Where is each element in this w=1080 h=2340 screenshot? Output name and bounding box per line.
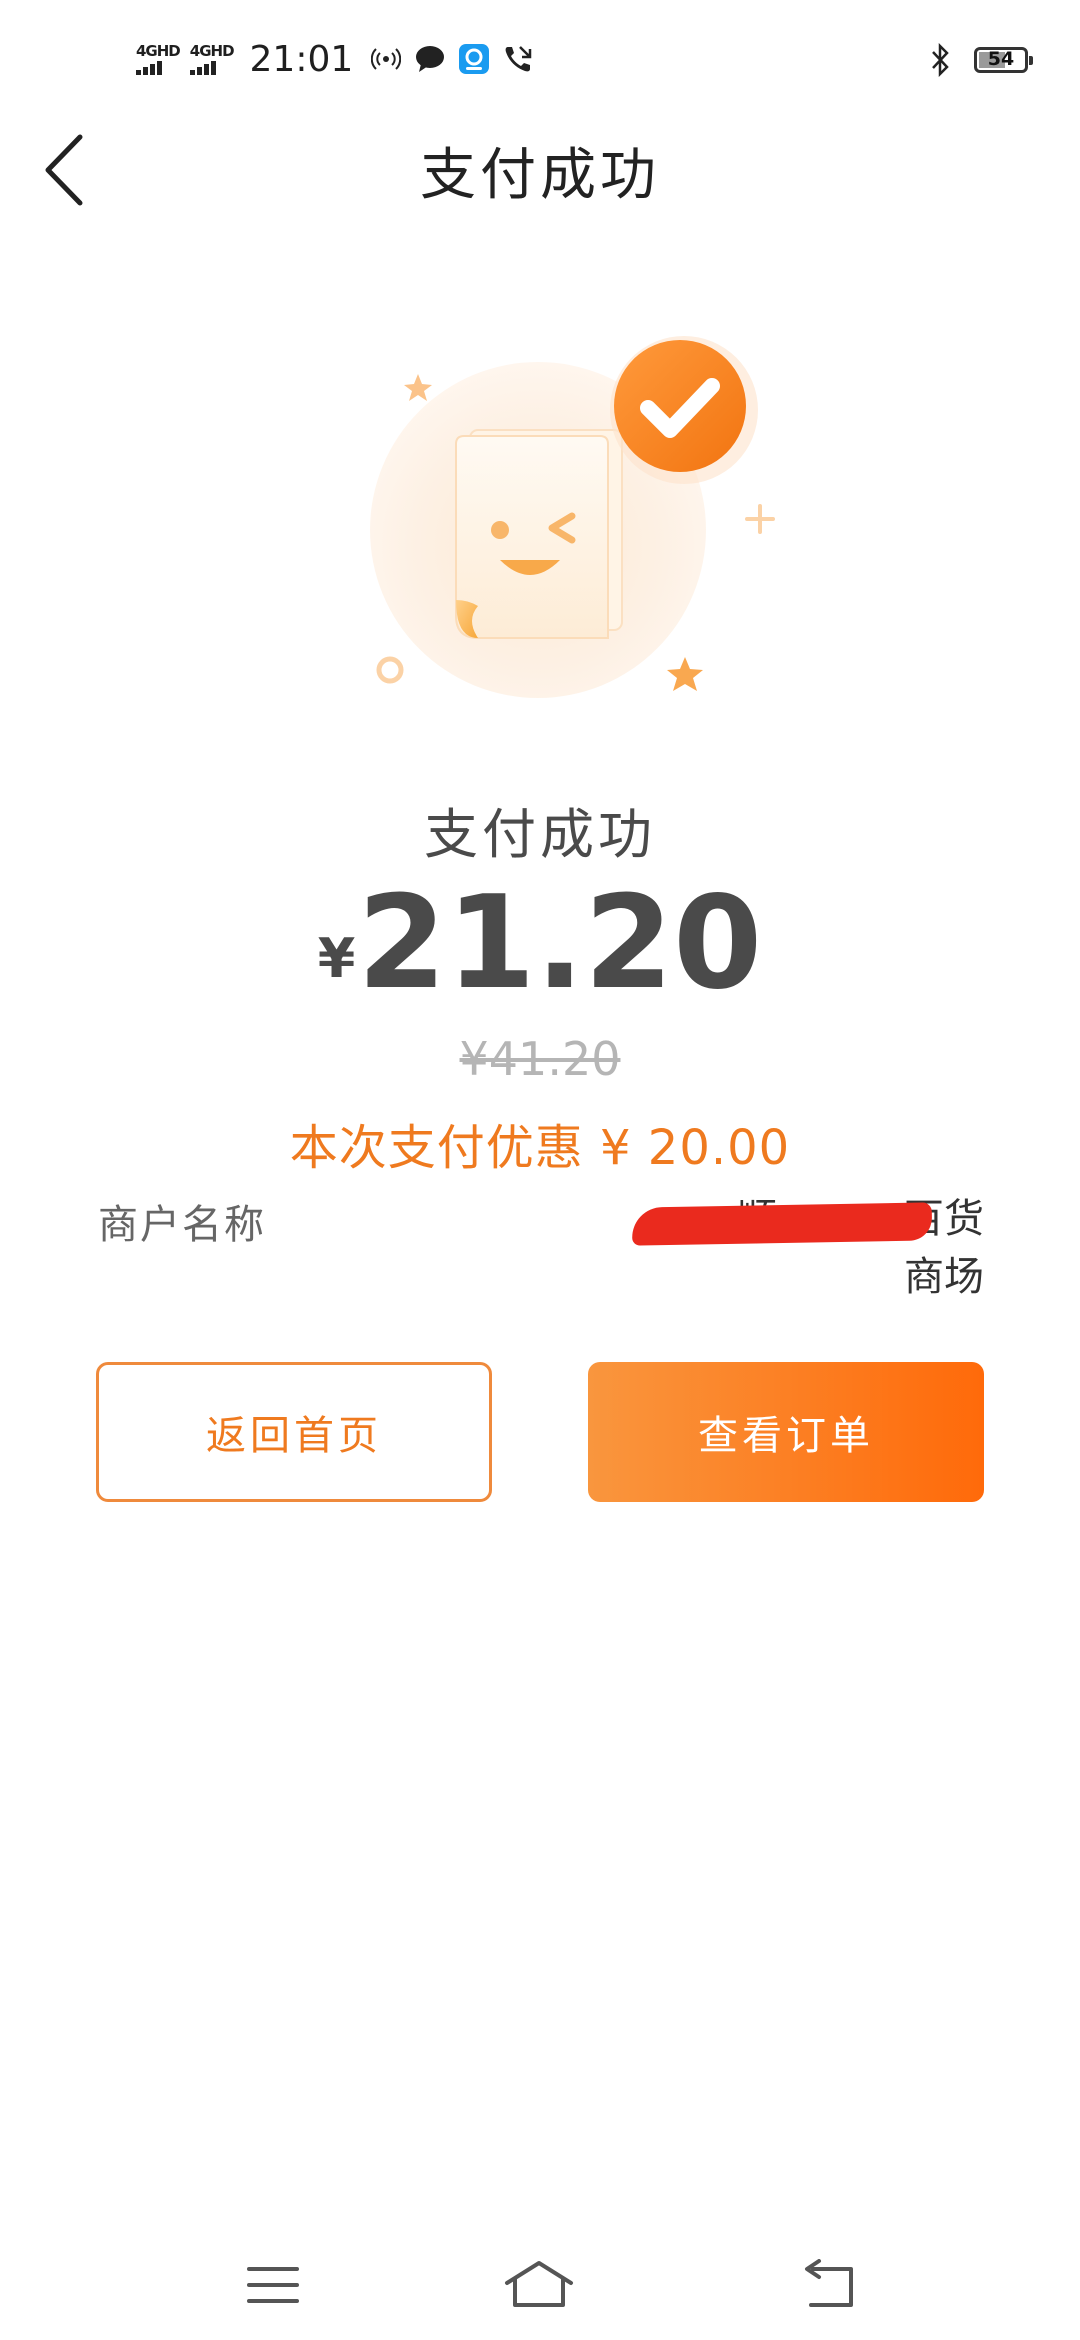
- hotspot-icon: [369, 42, 403, 76]
- currency-symbol: ¥: [317, 927, 356, 990]
- merchant-name-line2: 商场: [904, 1254, 984, 1300]
- chat-bubble-icon: [413, 42, 447, 76]
- network-label-2: 4GHD: [189, 41, 235, 60]
- nav-menu-button[interactable]: [228, 2250, 318, 2320]
- nav-home-button[interactable]: [494, 2250, 584, 2320]
- battery-icon: 54: [974, 47, 1033, 73]
- status-right: 54: [924, 40, 1033, 80]
- nav-back-button[interactable]: [784, 2250, 874, 2320]
- success-illustration: [350, 320, 800, 720]
- signal-bars-2-icon: [189, 60, 216, 75]
- receipt-illustration-icon: [370, 336, 775, 698]
- view-order-button[interactable]: 查看订单: [588, 1362, 984, 1502]
- merchant-label: 商户名称: [98, 1202, 266, 1248]
- missed-call-icon: [501, 42, 535, 76]
- system-nav-bar: [0, 2230, 1080, 2340]
- status-left: 4GHD 4GHD 21:01: [136, 34, 535, 84]
- app-notification-icon: [457, 42, 491, 76]
- network-indicator-2: 4GHD: [189, 41, 235, 75]
- top-bar: 支付成功: [0, 110, 1080, 230]
- return-home-button[interactable]: 返回首页: [96, 1362, 492, 1502]
- payment-success-page: 4GHD 4GHD 21:01 54 支付成功 支付成功 ¥21.20 ¥41.…: [0, 0, 1080, 2340]
- status-time: 21:01: [249, 38, 354, 80]
- bluetooth-icon: [924, 43, 958, 77]
- result-title: 支付成功: [424, 803, 656, 866]
- status-bar: 4GHD 4GHD 21:01 54: [0, 0, 1080, 110]
- paid-amount: ¥21.20: [0, 880, 1080, 1008]
- network-label-1: 4GHD: [136, 41, 181, 60]
- signal-bars-1-icon: [136, 60, 162, 75]
- battery-level: 54: [987, 48, 1015, 70]
- return-icon: [805, 2259, 853, 2307]
- redaction-mark: [631, 1202, 933, 1246]
- network-indicator-1: 4GHD: [136, 41, 181, 75]
- discount-text: 本次支付优惠 ¥ 20.00: [289, 1120, 791, 1176]
- menu-icon: [247, 2267, 299, 2303]
- page-title: 支付成功: [420, 143, 660, 208]
- original-price: ¥41.20: [459, 1032, 621, 1086]
- home-icon: [505, 2261, 573, 2307]
- amount-value: 21.20: [357, 869, 763, 1018]
